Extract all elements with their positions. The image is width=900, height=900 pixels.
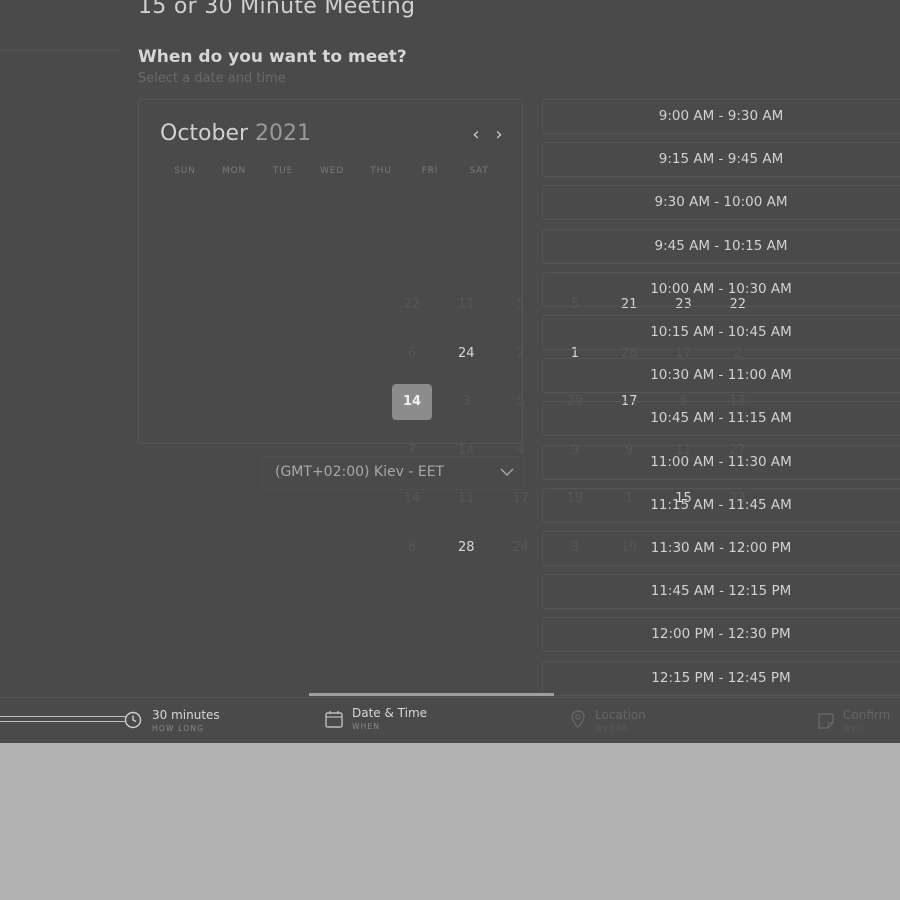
time-slot-button[interactable]: 9:30 AM - 10:00 AM xyxy=(542,185,900,221)
divider xyxy=(0,697,900,698)
step-confirm-title[interactable]: Confirm xyxy=(843,708,890,722)
time-slot-label: 12:00 PM - 12:30 PM xyxy=(651,626,791,643)
time-slot-label: 9:30 AM - 10:00 AM xyxy=(654,194,788,211)
time-slot-button[interactable]: 11:15 AM - 11:45 AM xyxy=(542,487,900,523)
step-date-time-title[interactable]: Date & Time xyxy=(352,706,427,720)
calendar-day: 8 xyxy=(407,540,417,555)
clock-icon xyxy=(124,711,142,729)
calendar-day: 11 xyxy=(458,297,475,312)
scheduler-panel: 15 or 30 Minute Meeting When do you want… xyxy=(0,0,900,743)
time-slot-label: 11:45 AM - 12:15 PM xyxy=(650,583,792,600)
chevron-down-icon xyxy=(499,461,515,487)
time-slot-button[interactable]: 10:00 AM - 10:30 AM xyxy=(542,271,900,307)
timezone-value: (GMT+02:00) Kiev - EET xyxy=(275,464,445,480)
weekday-label: WED xyxy=(320,166,344,176)
time-slot-label: 11:15 AM - 11:45 AM xyxy=(650,496,792,513)
time-slot-label: 11:30 AM - 12:00 PM xyxy=(650,540,792,556)
step-confirm-sub: WHO xyxy=(843,724,866,733)
calendar-day-selected[interactable]: 14 xyxy=(392,384,432,421)
prev-month-icon[interactable]: ‹ xyxy=(469,124,483,145)
active-step-indicator xyxy=(309,693,554,696)
time-slot-button[interactable]: 10:45 AM - 11:15 AM xyxy=(542,401,900,437)
calendar-year: 2021 xyxy=(255,121,312,146)
weekday-label: MON xyxy=(222,166,246,176)
step-date-time-sub: WHEN xyxy=(352,722,381,731)
next-month-icon[interactable]: › xyxy=(492,124,506,145)
weekday-label: THU xyxy=(370,166,392,176)
divider xyxy=(0,50,120,51)
time-slot-button[interactable]: 10:15 AM - 10:45 AM xyxy=(542,315,900,350)
time-slot-button[interactable]: 12:00 PM - 12:30 PM xyxy=(542,617,900,653)
time-slot-label: 10:45 AM - 11:15 AM xyxy=(650,410,792,427)
section-heading: When do you want to meet? xyxy=(138,47,407,67)
time-slot-button[interactable]: 11:00 AM - 11:30 AM xyxy=(542,444,900,480)
time-slot-button[interactable]: 9:00 AM - 9:30 AM xyxy=(542,99,900,134)
time-slot-label: 9:00 AM - 9:30 AM xyxy=(658,108,784,124)
weekday-label: TUE xyxy=(272,166,294,176)
weekday-header: SUN MON TUE WED THU FRI SAT xyxy=(163,166,503,180)
step-location-sub: WHERE xyxy=(595,724,629,733)
time-slot-button[interactable]: 12:15 PM - 12:45 PM xyxy=(542,660,900,696)
time-slot-label: 9:15 AM - 9:45 AM xyxy=(658,151,784,168)
calendar-day: 3 xyxy=(462,394,471,410)
calendar-day: 22 xyxy=(403,297,421,312)
calendar-month: October xyxy=(160,121,249,146)
location-pin-icon xyxy=(568,709,588,729)
time-slot-label: 10:15 AM - 10:45 AM xyxy=(650,324,792,340)
time-slot-button[interactable]: 10:30 AM - 11:00 AM xyxy=(542,358,900,394)
calendar-day[interactable]: 24 xyxy=(446,336,486,372)
time-slot-button[interactable]: 9:15 AM - 9:45 AM xyxy=(542,142,900,178)
calendar-day: 5 xyxy=(516,394,525,410)
page-title: 15 or 30 Minute Meeting xyxy=(138,0,416,19)
section-subtext: Select a date and time xyxy=(138,71,286,86)
weekday-label: SUN xyxy=(174,166,196,176)
time-slot-label: 12:15 PM - 12:45 PM xyxy=(651,669,791,686)
calendar-day: 2 xyxy=(516,345,525,361)
calendar-month-label: October 2021 xyxy=(160,121,311,146)
time-slot-button[interactable]: 11:30 AM - 12:00 PM xyxy=(542,531,900,566)
calendar-day: 5 xyxy=(516,297,525,312)
time-slot-button[interactable]: 11:45 AM - 12:15 PM xyxy=(542,574,900,610)
time-slot-label: 10:30 AM - 11:00 AM xyxy=(650,367,792,384)
step-duration-title[interactable]: 30 minutes xyxy=(152,708,220,722)
timezone-select[interactable]: (GMT+02:00) Kiev - EET xyxy=(262,456,524,490)
step-navigation: 30 minutes HOW LONG Date & Time WHEN Loc… xyxy=(0,693,900,743)
calendar-day[interactable]: 28 xyxy=(446,530,486,566)
time-slot-label: 11:00 AM - 11:30 AM xyxy=(650,453,792,470)
step-duration-sub: HOW LONG xyxy=(152,724,205,733)
weekday-label: FRI xyxy=(421,166,439,176)
calendar-icon xyxy=(324,709,344,729)
time-slot-button[interactable]: 9:45 AM - 10:15 AM xyxy=(542,228,900,264)
weekday-label: SAT xyxy=(469,166,489,176)
note-icon xyxy=(816,711,836,731)
duration-progress-track xyxy=(0,716,130,722)
time-slot-label: 10:00 AM - 10:30 AM xyxy=(650,280,792,297)
calendar-day: 6 xyxy=(407,345,417,361)
step-location-title[interactable]: Location xyxy=(595,708,646,722)
time-slot-label: 9:45 AM - 10:15 AM xyxy=(654,237,788,254)
calendar-day: 24 xyxy=(512,540,529,555)
